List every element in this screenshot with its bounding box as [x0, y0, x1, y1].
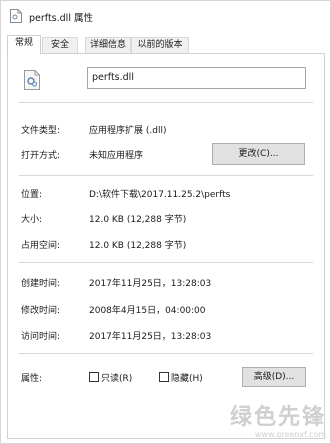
size-label: 大小:	[21, 215, 43, 225]
created-label: 创建时间:	[21, 279, 61, 289]
tab-general-label: 常规	[14, 38, 33, 48]
opens-with-value: 未知应用程序	[89, 151, 144, 161]
opens-with-label: 打开方式:	[21, 151, 61, 161]
divider	[19, 175, 313, 176]
tab-general[interactable]: 常规	[7, 35, 41, 54]
tab-details-label: 详细信息	[89, 40, 126, 50]
divider	[19, 102, 313, 103]
properties-window: perfts.dll 属性 常规 安全 详细信息 以前的版本 perfts.dl…	[0, 0, 331, 444]
watermark: 绿色先锋 www.greenxf.com	[229, 405, 326, 440]
hidden-checkbox-label[interactable]: 隐藏(H)	[171, 371, 203, 384]
file-icon	[10, 9, 22, 23]
divider	[19, 353, 313, 354]
size-value: 12.0 KB (12,288 字节)	[89, 215, 187, 225]
file-type-label: 文件类型:	[21, 126, 61, 136]
modified-value: 2008年4月15日，04:00:00	[89, 306, 206, 316]
hidden-checkbox[interactable]	[159, 372, 169, 382]
advanced-button[interactable]: 高级(D)...	[242, 367, 306, 387]
modified-label: 修改时间:	[21, 306, 61, 316]
location-value[interactable]: D:\软件下载\2017.11.25.2\perfts	[89, 187, 230, 200]
file-name-field[interactable]: perfts.dll	[87, 67, 306, 89]
tab-security-label: 安全	[50, 40, 69, 50]
tab-details[interactable]: 详细信息	[85, 37, 131, 53]
window-title: perfts.dll 属性	[29, 13, 93, 24]
tab-previous-versions[interactable]: 以前的版本	[131, 37, 189, 53]
accessed-value: 2017年11月25日，13:28:03	[89, 332, 212, 342]
created-value: 2017年11月25日，13:28:03	[89, 279, 212, 289]
tab-security[interactable]: 安全	[42, 37, 78, 53]
size-on-disk-value: 12.0 KB (12,288 字节)	[89, 241, 187, 251]
tab-strip: 常规 安全 详细信息 以前的版本	[7, 35, 325, 54]
dll-file-icon	[24, 70, 40, 90]
accessed-label: 访问时间:	[21, 332, 61, 342]
change-button[interactable]: 更改(C)...	[212, 143, 305, 165]
attributes-label: 属性:	[21, 374, 43, 384]
location-label: 位置:	[21, 190, 43, 200]
divider	[19, 262, 313, 263]
file-type-value: 应用程序扩展 (.dll)	[89, 126, 167, 136]
watermark-url: www.greenxf.com	[254, 430, 326, 439]
title-bar[interactable]: perfts.dll 属性	[1, 1, 330, 31]
watermark-text: 绿色先锋	[229, 405, 326, 430]
size-on-disk-label: 占用空间:	[21, 241, 61, 251]
readonly-checkbox[interactable]	[89, 372, 99, 382]
tab-previous-versions-label: 以前的版本	[137, 40, 183, 50]
readonly-checkbox-label[interactable]: 只读(R)	[101, 371, 132, 384]
